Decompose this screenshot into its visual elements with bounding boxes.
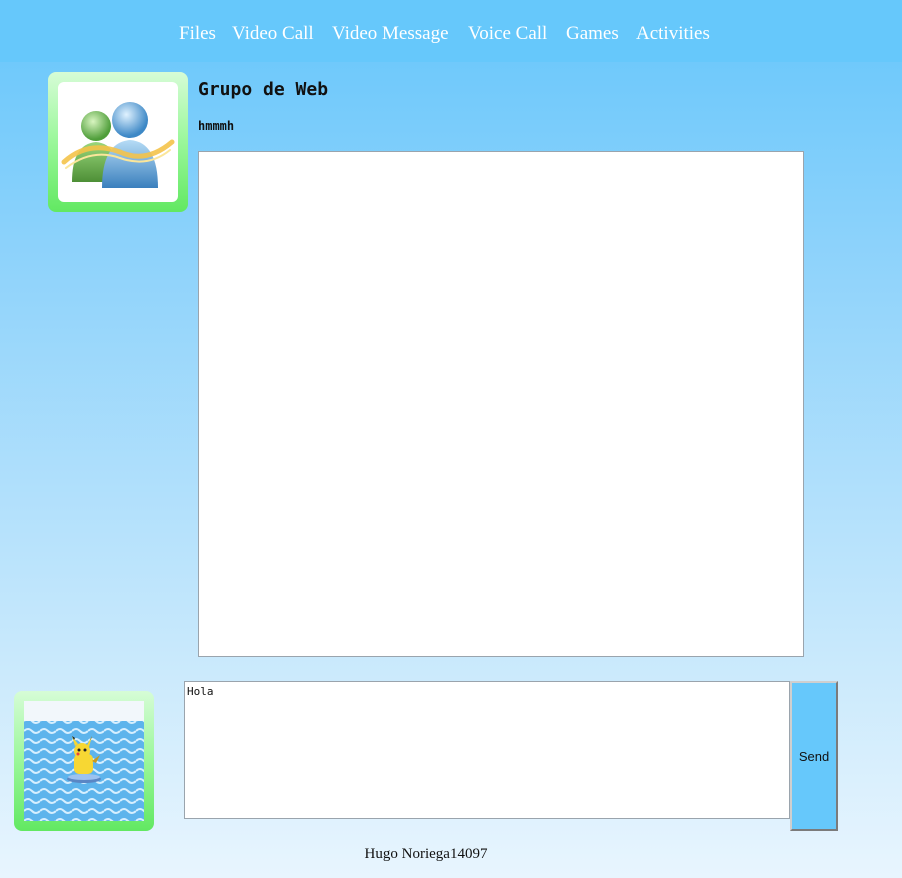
messenger-buddies-icon [58,82,178,202]
nav-voice-call[interactable]: Voice Call [468,22,547,46]
footer-user-name: Hugo Noriega14097 [364,846,488,862]
chat-title: Grupo de Web [198,79,329,100]
nav-files[interactable]: Files [179,22,216,46]
top-navigation: Files Video Call Video Message Voice Cal… [0,0,902,62]
chat-status: hmmmh [198,119,235,133]
pikachu-surfing-avatar [24,701,144,821]
message-input[interactable]: Hola [184,681,790,819]
nav-video-message[interactable]: Video Message [332,22,449,46]
user-avatar [14,691,154,831]
conversation-area[interactable] [198,151,804,657]
nav-games[interactable]: Games [566,22,619,46]
contact-avatar [48,72,188,212]
send-button[interactable]: Send [790,681,838,831]
nav-video-call[interactable]: Video Call [232,22,314,46]
nav-activities[interactable]: Activities [636,22,710,46]
